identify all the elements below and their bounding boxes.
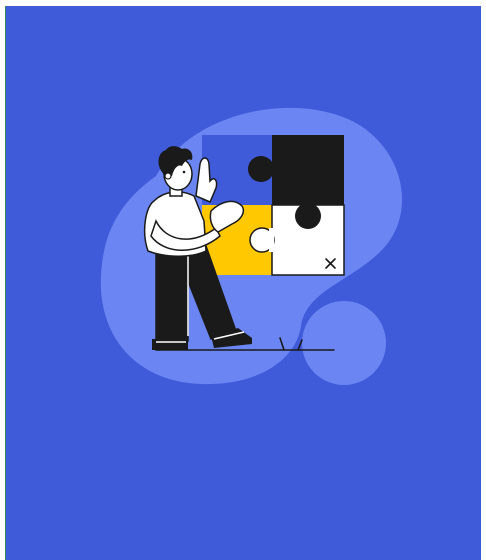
puzzle-knob-mask bbox=[269, 228, 274, 252]
puzzle-illustration bbox=[100, 107, 403, 385]
illustration-panel bbox=[5, 6, 481, 560]
puzzle-knob-black bbox=[248, 156, 274, 182]
puzzle-piece-black bbox=[272, 135, 344, 205]
background-circle bbox=[302, 301, 386, 385]
puzzle-knob-black-2 bbox=[295, 203, 321, 229]
person-shoe-left bbox=[152, 339, 188, 350]
page-frame bbox=[0, 0, 486, 560]
